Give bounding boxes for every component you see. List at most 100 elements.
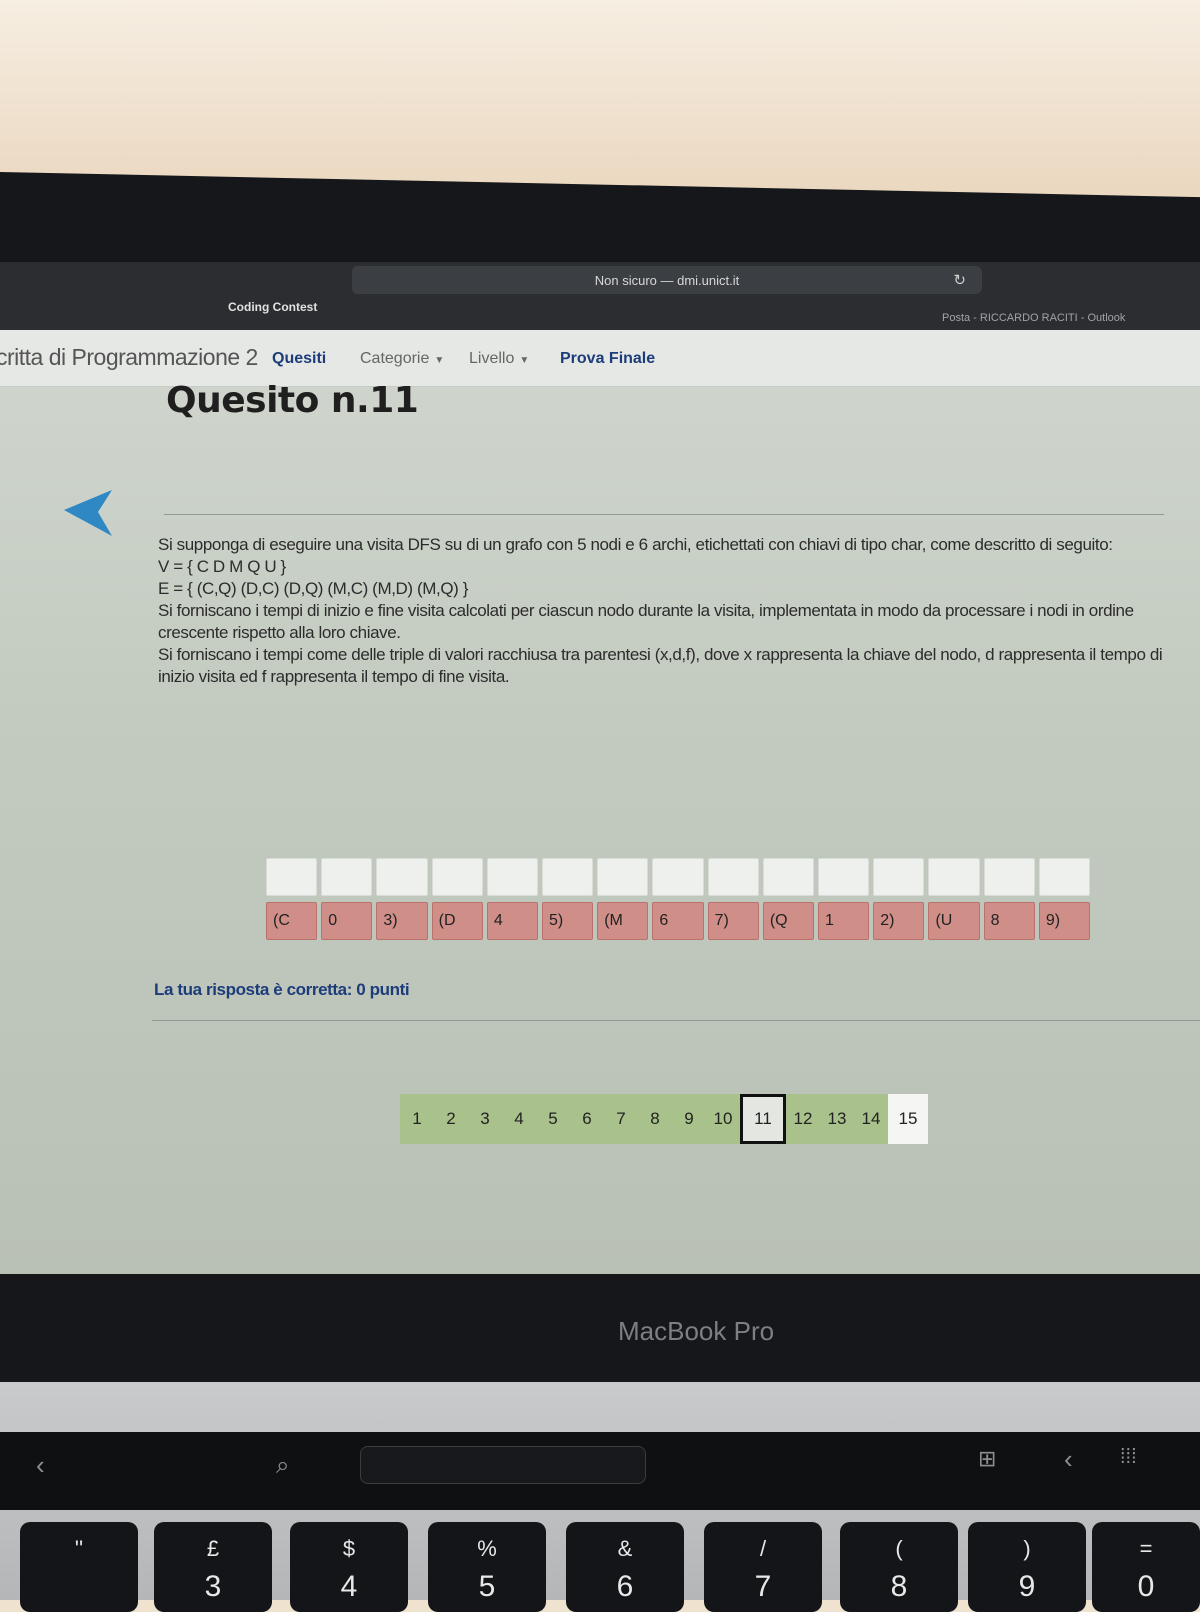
page-link[interactable]: 3 (468, 1094, 502, 1144)
touchbar-search-field[interactable] (360, 1446, 646, 1484)
answer-input[interactable] (266, 858, 318, 896)
key-bottom-label: 9 (1018, 1570, 1036, 1603)
nav-prova-finale[interactable]: Prova Finale (560, 350, 655, 368)
page-link[interactable]: 14 (854, 1094, 888, 1144)
nav-categorie-label: Categorie (360, 350, 430, 367)
answer-input[interactable] (652, 858, 704, 896)
answer-input[interactable] (542, 858, 594, 896)
nav-quesiti[interactable]: Quesiti (272, 350, 326, 368)
page-link[interactable]: 7 (604, 1094, 638, 1144)
question-intro: Si supponga di eseguire una visita DFS s… (158, 535, 1113, 554)
chevron-left-icon[interactable]: ‹ (36, 1450, 45, 1481)
chevron-down-icon: ▼ (519, 355, 530, 366)
chevron-left-icon[interactable]: ‹ (1064, 1444, 1073, 1475)
page-link[interactable]: 5 (536, 1094, 570, 1144)
question-text: Si supponga di eseguire una visita DFS s… (158, 534, 1178, 688)
answer-input[interactable] (818, 858, 870, 896)
tab-outlook[interactable]: Posta - RICCARDO RACITI - Outlook (942, 312, 1125, 324)
address-bar[interactable]: Non sicuro — dmi.unict.it ↻ (352, 266, 982, 294)
key-bottom-label: 4 (340, 1570, 358, 1603)
key-top-label: & (617, 1536, 633, 1561)
page-link[interactable]: 6 (570, 1094, 604, 1144)
search-icon[interactable]: ⌕ (276, 1452, 289, 1480)
keyboard-key[interactable]: = 0 (1092, 1522, 1200, 1612)
answer-input[interactable] (376, 858, 428, 896)
page-link[interactable]: 4 (502, 1094, 536, 1144)
page-link[interactable]: 8 (638, 1094, 672, 1144)
new-tab-icon[interactable]: ⊞ (978, 1446, 996, 1472)
key-bottom-label: 6 (616, 1570, 634, 1603)
touch-bar: ‹ ⌕ ⊞ ‹ ⁞⁞⁞ (0, 1432, 1200, 1510)
laptop-screen: Non sicuro — dmi.unict.it ↻ Coding Conte… (0, 262, 1200, 1274)
page-link[interactable]: 13 (820, 1094, 854, 1144)
question-vertices: V = { C D M Q U } (158, 557, 286, 576)
key-top-label: = (1139, 1536, 1153, 1561)
divider (164, 514, 1164, 515)
keyboard-key[interactable]: $4 (290, 1522, 408, 1612)
keyboard-key[interactable]: (8 (840, 1522, 958, 1612)
answer-input[interactable] (873, 858, 925, 896)
keyboard-key[interactable]: ) 9 (968, 1522, 1086, 1612)
answer-input[interactable] (431, 858, 483, 896)
back-arrow-icon[interactable] (62, 488, 114, 538)
browser-toolbar: Non sicuro — dmi.unict.it ↻ Coding Conte… (0, 262, 1200, 330)
question-pagination: 1 2 3 4 5 6 7 8 9 10 11 12 13 14 15 (400, 1094, 928, 1144)
answer-input[interactable] (1038, 858, 1091, 896)
answer-cell: 9) (1038, 902, 1091, 940)
device-brand: MacBook Pro (618, 1316, 775, 1346)
answer-input[interactable] (597, 858, 649, 896)
keyboard-key[interactable]: /7 (704, 1522, 822, 1612)
page-link[interactable]: 2 (434, 1094, 468, 1144)
chevron-down-icon: ▼ (434, 355, 445, 366)
keyboard-key[interactable]: % 5 (428, 1522, 546, 1612)
keyboard-key[interactable]: & 6 (566, 1522, 684, 1612)
key-top-label: ) (1023, 1536, 1031, 1561)
key-bottom-label: 7 (754, 1570, 772, 1603)
answer-input[interactable] (486, 858, 539, 896)
key-top-label: £ (206, 1536, 220, 1561)
answer-input-row (266, 858, 1091, 896)
address-text: Non sicuro — dmi.unict.it (594, 272, 740, 288)
answer-cell: 6 (652, 902, 704, 940)
key-bottom-label: 5 (478, 1570, 496, 1603)
keyboard-key[interactable]: '' (20, 1522, 138, 1612)
answer-cell: 1 (818, 902, 870, 940)
key-bottom-label: 8 (890, 1570, 908, 1603)
answer-cell: 7) (707, 902, 759, 940)
answer-cell: (Q (762, 902, 815, 940)
answer-cell: 8 (983, 902, 1035, 940)
answer-input[interactable] (707, 858, 759, 896)
answer-result-row: (C 0 3) (D 4 5) (M 6 7) (Q 1 2) (U 8 9) (266, 902, 1091, 940)
key-top-label: ( (895, 1536, 903, 1561)
key-top-label: / (759, 1536, 767, 1561)
page-link-current[interactable]: 11 (740, 1094, 786, 1144)
reload-icon[interactable]: ↻ (953, 271, 966, 289)
page-link[interactable]: 10 (706, 1094, 740, 1144)
answer-input[interactable] (762, 858, 815, 896)
page-link[interactable]: 9 (672, 1094, 706, 1144)
answer-cell: (D (431, 902, 483, 940)
nav-categorie-dropdown[interactable]: Categorie ▼ (360, 350, 444, 368)
answer-input[interactable] (983, 858, 1035, 896)
answer-cell: (M (597, 902, 649, 940)
answer-input[interactable] (928, 858, 980, 896)
question-format: Si forniscano i tempi come delle triple … (158, 645, 1163, 686)
divider (152, 1020, 1200, 1021)
key-top-label: % (477, 1536, 497, 1561)
page-link[interactable]: 15 (888, 1094, 928, 1144)
answer-input[interactable] (321, 858, 373, 896)
answer-cell: 3) (376, 902, 428, 940)
site-title[interactable]: critta di Programmazione 2 (0, 344, 258, 371)
page-link[interactable]: 1 (400, 1094, 434, 1144)
tab-coding-contest[interactable]: Coding Contest (228, 300, 317, 314)
nav-livello-dropdown[interactable]: Livello ▼ (469, 350, 529, 368)
key-top-label: '' (74, 1536, 84, 1561)
grid-icon[interactable]: ⁞⁞⁞ (1120, 1446, 1137, 1469)
page-link[interactable]: 12 (786, 1094, 820, 1144)
question-instructions: Si forniscano i tempi di inizio e fine v… (158, 601, 1134, 642)
background-wall (0, 0, 1200, 200)
key-bottom-label: 0 (1137, 1570, 1155, 1603)
answer-cell: 5) (542, 902, 594, 940)
keyboard-key[interactable]: £3 (154, 1522, 272, 1612)
score-message: La tua risposta è corretta: 0 punti (154, 980, 410, 999)
